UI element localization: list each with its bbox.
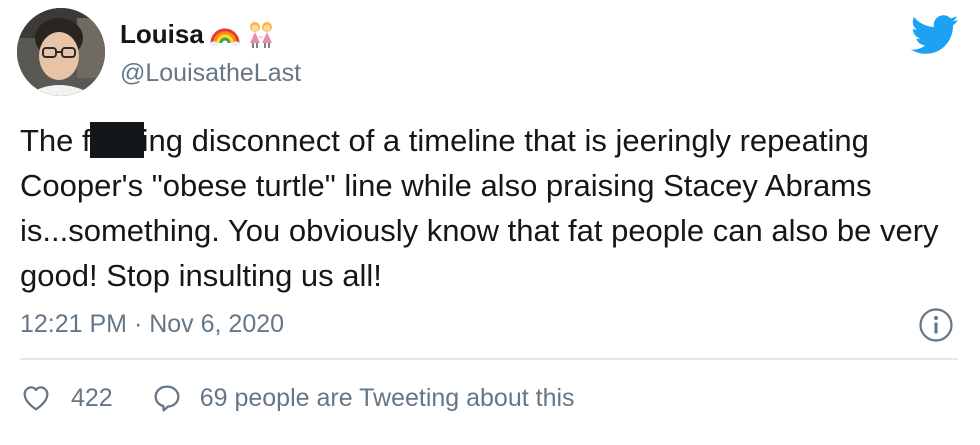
author-name-row: Louisa xyxy=(120,17,276,51)
tweet-text-part-1: The f xyxy=(20,123,91,158)
author-display-name[interactable]: Louisa xyxy=(120,17,204,51)
avatar[interactable] xyxy=(17,8,105,96)
heart-icon[interactable] xyxy=(20,382,52,414)
tweet-timestamp[interactable]: 12:21 PM · Nov 6, 2020 xyxy=(20,307,284,341)
divider xyxy=(20,358,958,360)
women-holding-hands-emoji-icon xyxy=(246,19,276,49)
tweeting-about-label: 69 people are Tweeting about this xyxy=(199,383,575,412)
author-handle[interactable]: @LouisatheLast xyxy=(120,57,301,89)
twitter-bird-icon[interactable] xyxy=(910,15,960,55)
info-icon[interactable] xyxy=(918,307,954,343)
tweet-text-part-2: ing disconnect of a timeline that is jee… xyxy=(20,123,948,293)
speech-bubble-icon[interactable] xyxy=(151,382,183,414)
tweet-text: The f ing disconnect of a timeline that i… xyxy=(20,118,960,298)
rainbow-emoji-icon xyxy=(209,19,240,49)
engagement-bar: 422 69 people are Tweeting about this xyxy=(20,378,575,418)
like-count: 422 xyxy=(71,383,113,412)
tweeting-about-link[interactable]: 69 people are Tweeting about this xyxy=(151,382,575,414)
like-button[interactable]: 422 xyxy=(20,382,113,414)
redaction-block xyxy=(89,122,144,158)
